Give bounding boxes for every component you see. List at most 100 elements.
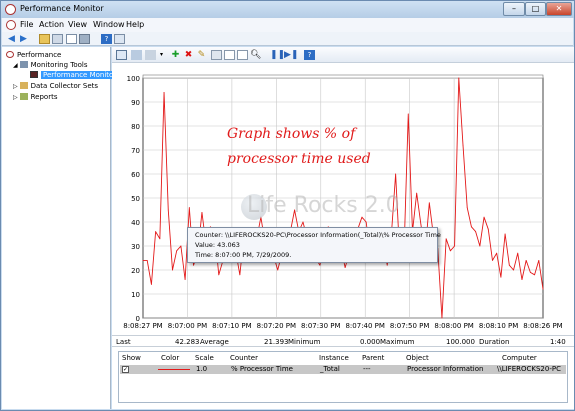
- export-icon[interactable]: [79, 34, 90, 44]
- tree-item-performance-monitor[interactable]: Performance Monitor: [30, 70, 119, 80]
- data-point: [500, 276, 502, 278]
- y-tick-label: 50: [131, 195, 140, 203]
- tooltip-value: Value: 43.063: [195, 241, 240, 249]
- data-point: [487, 228, 489, 230]
- show-hide-icon[interactable]: [114, 34, 125, 44]
- menu-file[interactable]: File: [20, 20, 33, 29]
- tooltip-counter: Counter: \\LIFEROCKS20-PC\Processor Info…: [195, 231, 441, 239]
- column-header-counter[interactable]: Counter: [230, 354, 258, 362]
- freeze-display-icon[interactable]: ❚❚: [270, 50, 285, 60]
- maximize-button[interactable]: □: [525, 2, 546, 16]
- add-counter-icon[interactable]: ✚: [170, 50, 181, 60]
- watermark: Life Rocks 2.0: [247, 193, 400, 218]
- y-tick-label: 10: [131, 291, 140, 299]
- highlight-icon[interactable]: ✎: [196, 50, 207, 60]
- data-point: [534, 274, 535, 276]
- data-point: [517, 252, 519, 254]
- x-tick-label: 8:07:00 PM: [168, 322, 207, 330]
- minimize-button[interactable]: –: [503, 2, 525, 16]
- graph-type-dropdown-icon[interactable]: ▾: [156, 50, 167, 60]
- column-header-instance[interactable]: Instance: [319, 354, 349, 362]
- x-tick-label: 8:07:20 PM: [257, 322, 296, 330]
- y-tick-label: 60: [131, 171, 140, 179]
- data-point: [155, 231, 157, 233]
- window-title: Performance Monitor: [20, 4, 104, 13]
- menu-window[interactable]: Window: [93, 20, 125, 29]
- table-row[interactable]: ✓ 1.0 % Processor Time _Total --- Proces…: [120, 365, 566, 374]
- annotation-line-2: processor time used: [227, 151, 371, 167]
- data-point: [344, 267, 346, 268]
- column-header-parent[interactable]: Parent: [362, 354, 384, 362]
- tree-item-reports[interactable]: ▷ Reports: [13, 92, 57, 102]
- folder-icon[interactable]: [39, 34, 50, 44]
- change-graph-type-icon[interactable]: [145, 50, 156, 60]
- app-icon: [5, 4, 16, 15]
- y-tick-label: 30: [131, 243, 140, 251]
- close-button[interactable]: ✕: [546, 2, 572, 16]
- back-arrow-icon[interactable]: ◀: [6, 34, 17, 44]
- collapsed-arrow-icon[interactable]: ▷: [13, 83, 18, 90]
- main-toolbar: ◀ ▶ ?: [2, 32, 573, 46]
- average-value: 21.393: [264, 338, 289, 346]
- console-tree-icon[interactable]: [52, 34, 63, 44]
- column-header-scale[interactable]: Scale: [195, 354, 214, 362]
- properties-icon[interactable]: [237, 50, 248, 60]
- duration-label: Duration: [479, 338, 510, 346]
- data-point: [525, 260, 527, 261]
- help-icon[interactable]: ?: [101, 34, 112, 44]
- data-point: [454, 245, 455, 247]
- data-point: [365, 221, 367, 223]
- help-icon[interactable]: ?: [304, 50, 315, 60]
- properties-icon[interactable]: [66, 34, 77, 44]
- view-log-data-icon[interactable]: [131, 50, 142, 60]
- tree-item-data-collector-sets[interactable]: ▷ Data Collector Sets: [13, 81, 98, 91]
- data-point: [395, 173, 397, 175]
- y-tick-label: 70: [131, 147, 140, 155]
- data-point: [193, 264, 194, 266]
- menu-action[interactable]: Action: [39, 20, 64, 29]
- zoom-icon[interactable]: 🔍︎: [250, 50, 261, 60]
- menu-help[interactable]: Help: [126, 20, 144, 29]
- y-tick-label: 100: [127, 75, 140, 83]
- column-header-computer[interactable]: Computer: [502, 354, 537, 362]
- tree-item-monitoring-tools[interactable]: ◢ Monitoring Tools: [13, 60, 88, 70]
- menu-view[interactable]: View: [68, 20, 87, 29]
- update-data-icon[interactable]: ▶❚: [284, 50, 298, 60]
- tree-item-performance[interactable]: Performance: [6, 50, 61, 60]
- y-tick-label: 90: [131, 99, 140, 107]
- minimum-label: Minimum: [288, 338, 321, 346]
- column-header-show[interactable]: Show: [122, 354, 141, 362]
- x-tick-label: 8:08:26 PM: [523, 322, 562, 330]
- data-point: [471, 226, 472, 228]
- x-tick-label: 8:07:50 PM: [390, 322, 429, 330]
- data-point: [475, 231, 477, 233]
- column-header-object[interactable]: Object: [406, 354, 429, 362]
- data-point: [302, 221, 304, 223]
- color-swatch: [158, 369, 190, 370]
- collector-icon: [19, 82, 28, 89]
- data-point: [492, 260, 493, 261]
- x-tick-label: 8:08:00 PM: [434, 322, 473, 330]
- paste-counter-list-icon[interactable]: [224, 50, 235, 60]
- data-point: [441, 317, 443, 319]
- counter-cell: % Processor Time: [231, 365, 293, 373]
- expand-arrow-icon[interactable]: ◢: [13, 62, 18, 69]
- collapsed-arrow-icon[interactable]: ▷: [13, 94, 18, 101]
- view-current-activity-icon[interactable]: [116, 50, 127, 60]
- data-point: [167, 209, 169, 211]
- column-header-color[interactable]: Color: [161, 354, 179, 362]
- duration-value: 1:40: [550, 338, 566, 346]
- forward-arrow-icon[interactable]: ▶: [18, 34, 29, 44]
- x-tick-label: 8:08:10 PM: [479, 322, 518, 330]
- annotation-line-1: Graph shows % of: [227, 126, 356, 142]
- show-checkbox[interactable]: ✓: [122, 366, 129, 373]
- copy-properties-icon[interactable]: [211, 50, 222, 60]
- data-point: [188, 207, 190, 209]
- mmc-icon[interactable]: [6, 20, 16, 30]
- data-point: [151, 284, 152, 285]
- data-point: [504, 233, 506, 235]
- title-bar[interactable]: Performance Monitor – □ ✕: [1, 1, 574, 18]
- delete-counter-icon[interactable]: ✖: [183, 50, 194, 60]
- data-point: [163, 92, 165, 93]
- data-point: [218, 274, 220, 276]
